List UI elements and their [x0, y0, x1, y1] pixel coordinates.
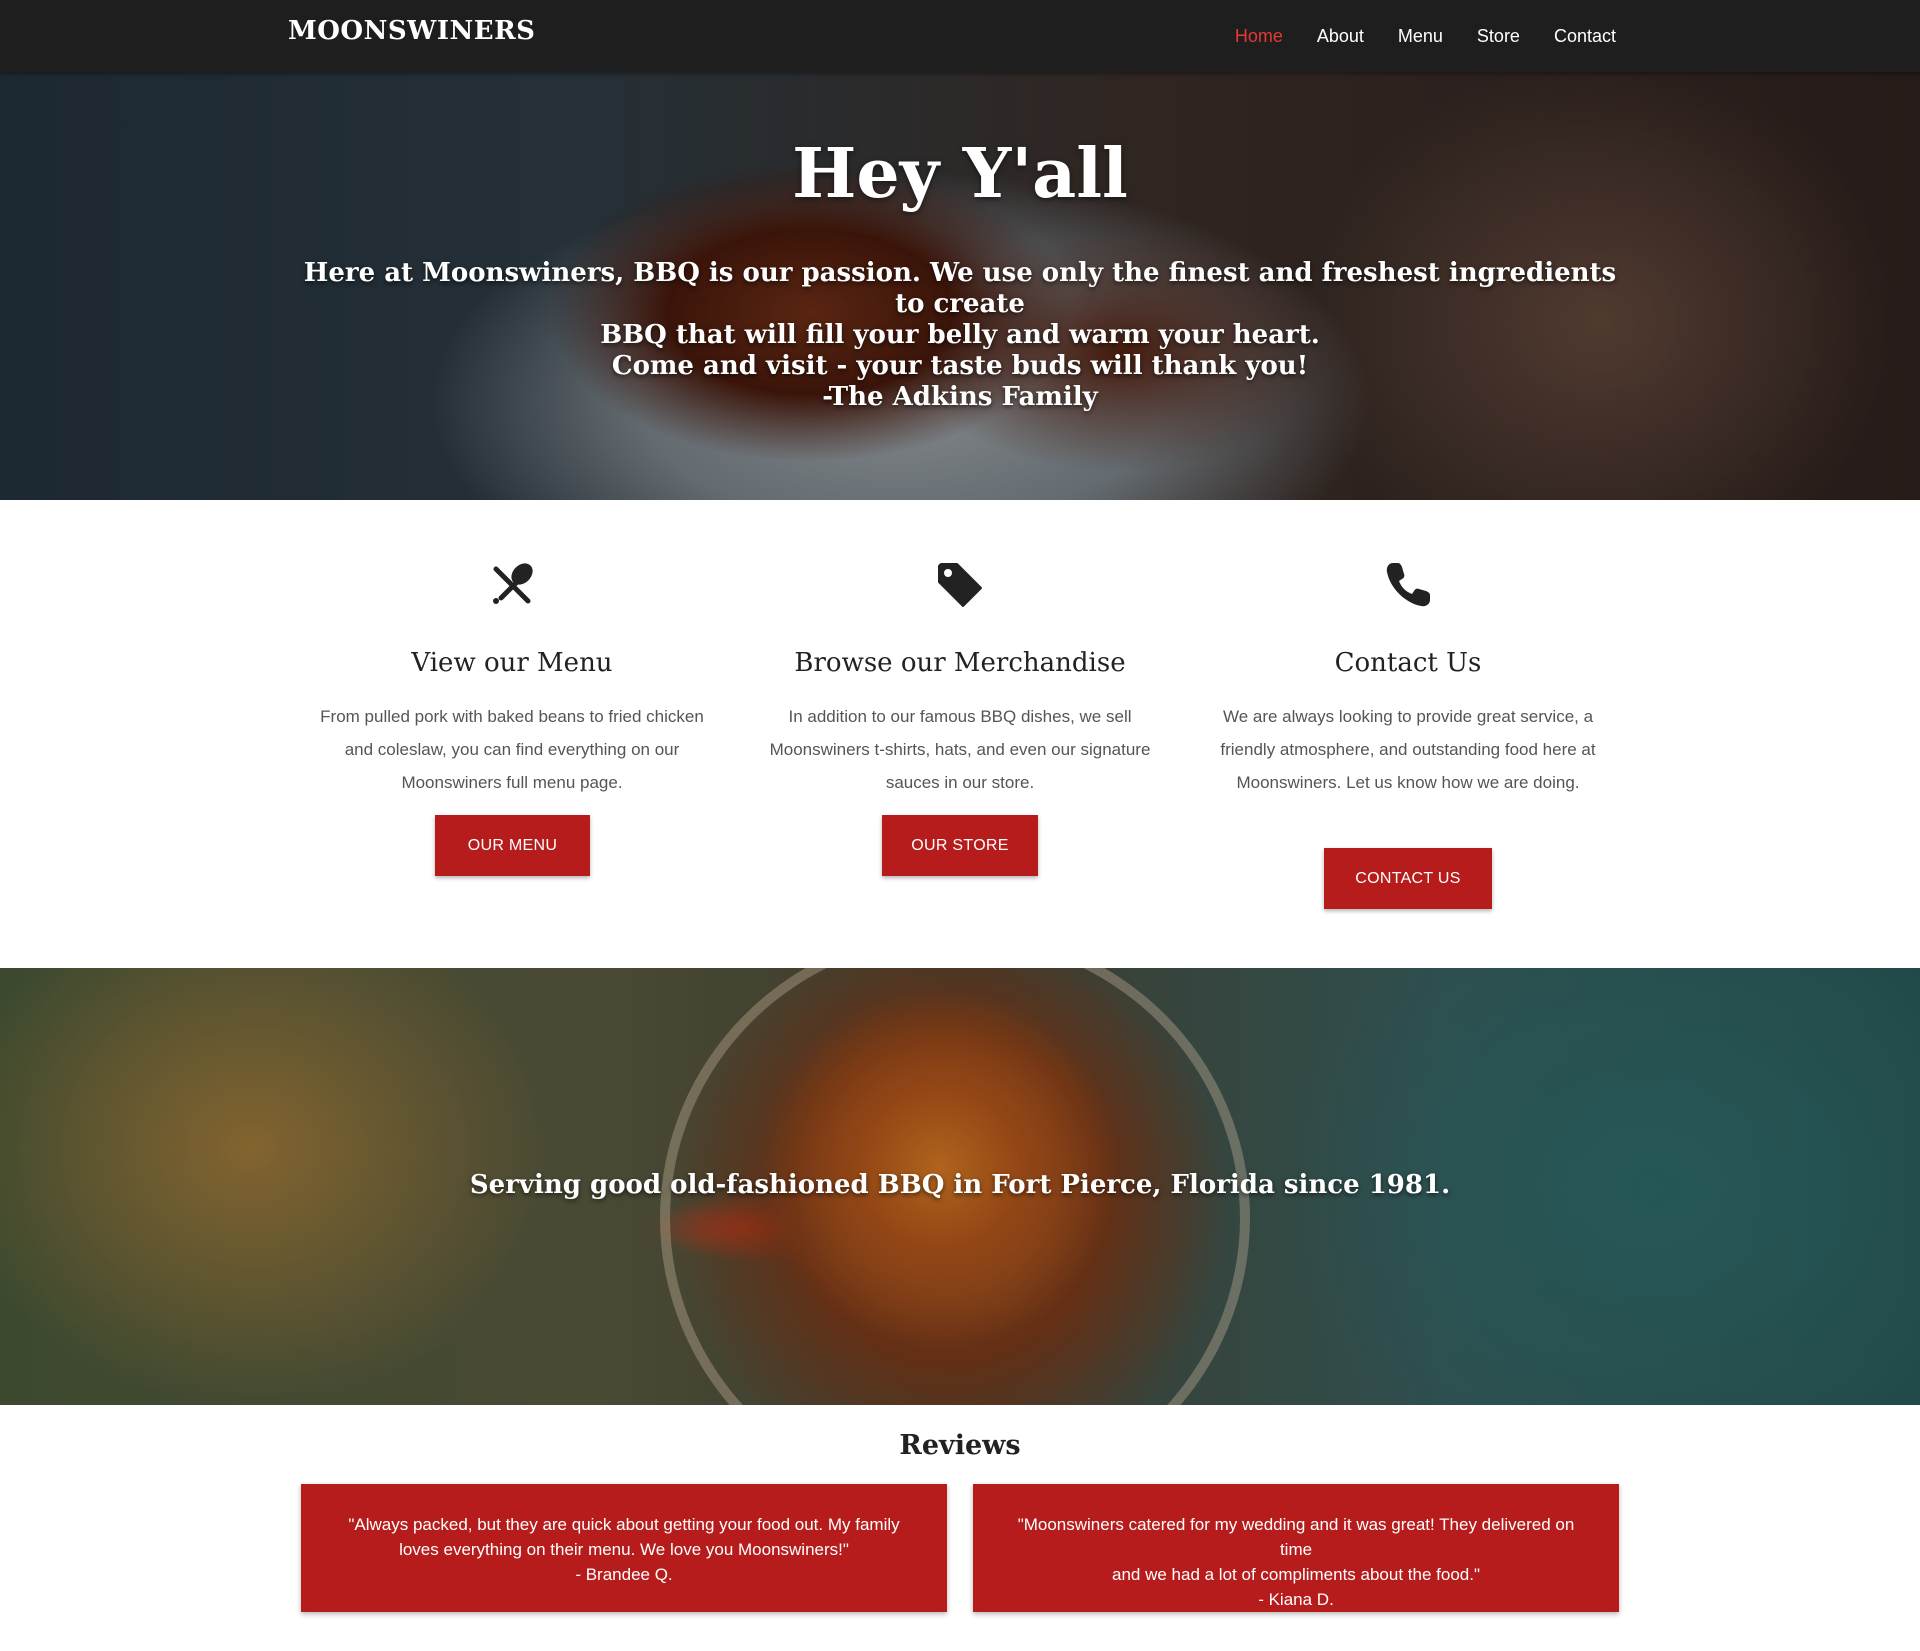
hero-banner: Hey Y'all Here at Moonswiners, BBQ is ou…	[0, 72, 1920, 500]
navbar: MOONSWINERS Home About Menu Store Contac…	[0, 0, 1920, 72]
brand-logo[interactable]: MOONSWINERS	[288, 16, 535, 46]
nav-link-store[interactable]: Store	[1477, 26, 1520, 47]
review-author: - Kiana D.	[1258, 1590, 1334, 1609]
features-section: View our Menu From pulled pork with bake…	[288, 500, 1632, 968]
nav-link-about[interactable]: About	[1317, 26, 1364, 47]
nav-link-home[interactable]: Home	[1235, 26, 1283, 47]
heritage-text: Serving good old-fashioned BBQ in Fort P…	[469, 1170, 1451, 1200]
feature-menu-title: View our Menu	[411, 648, 613, 678]
feature-contact-title: Contact Us	[1334, 648, 1482, 678]
heritage-banner: Serving good old-fashioned BBQ in Fort P…	[0, 968, 1920, 1405]
contact-us-button[interactable]: CONTACT US	[1324, 848, 1492, 909]
review-text-line-2: and we had a lot of compliments about th…	[1112, 1565, 1480, 1584]
review-text-line-1: "Always packed, but they are quick about…	[348, 1515, 900, 1534]
feature-merchandise-title: Browse our Merchandise	[794, 648, 1126, 678]
tag-icon	[938, 563, 982, 607]
review-card: "Moonswiners catered for my wedding and …	[973, 1484, 1619, 1612]
feature-contact-text: We are always looking to provide great s…	[1220, 707, 1596, 792]
hero-signature: -The Adkins Family	[822, 382, 1098, 412]
our-menu-button[interactable]: OUR MENU	[435, 815, 590, 876]
phone-icon	[1386, 563, 1430, 607]
nav-link-menu[interactable]: Menu	[1398, 26, 1443, 47]
hero-lead-text: Here at Moonswiners, BBQ is our passion.…	[300, 258, 1620, 382]
review-text-line-2: loves everything on their menu. We love …	[399, 1540, 849, 1559]
hero-title: Hey Y'all	[792, 134, 1128, 214]
our-store-button[interactable]: OUR STORE	[882, 815, 1038, 876]
review-text-line-1: "Moonswiners catered for my wedding and …	[1017, 1515, 1575, 1559]
hero-lead-line-1: Here at Moonswiners, BBQ is our passion.…	[303, 258, 1617, 319]
review-card: "Always packed, but they are quick about…	[301, 1484, 947, 1612]
feature-menu-text: From pulled pork with baked beans to fri…	[320, 707, 704, 792]
utensils-icon	[493, 563, 533, 604]
nav-links: Home About Menu Store Contact	[1201, 0, 1616, 72]
hero-lead-line-3: Come and visit - your taste buds will th…	[611, 351, 1309, 381]
reviews-title: Reviews	[899, 1430, 1021, 1461]
feature-merchandise-text: In addition to our famous BBQ dishes, we…	[769, 707, 1151, 792]
hero-lead-line-2: BBQ that will fill your belly and warm y…	[600, 320, 1320, 350]
nav-link-contact[interactable]: Contact	[1554, 26, 1616, 47]
review-author: - Brandee Q.	[575, 1565, 673, 1584]
